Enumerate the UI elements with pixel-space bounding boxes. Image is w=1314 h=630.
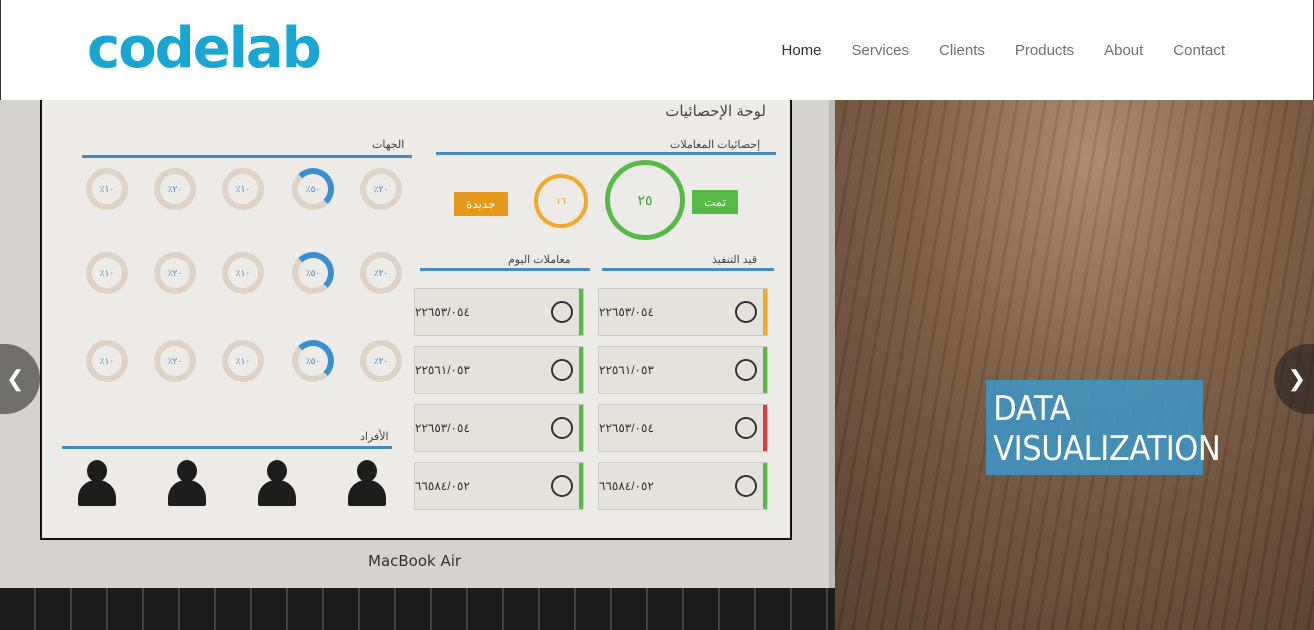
- transaction-card: ٢٢٥٦١/٠٥٣: [414, 346, 584, 394]
- entity-ring: ٪٥٠: [292, 340, 334, 382]
- transaction-card: ٢٢٦٥٣/٠٥٤: [598, 404, 768, 452]
- entity-ring: ٪٥٠: [292, 168, 334, 210]
- person-avatar: [78, 460, 116, 506]
- entities-divider: [82, 155, 412, 158]
- transaction-card: ٢٢٦٥٣/٠٥٤: [414, 288, 584, 336]
- transaction-number: ٢٢٦٥٣/٠٥٤: [415, 421, 470, 435]
- entity-ring: ٪١٠: [222, 252, 264, 294]
- status-stripe: [579, 405, 583, 451]
- people-divider: [62, 446, 392, 449]
- stats-title: إحصائيات المعاملات: [670, 139, 761, 151]
- entity-ring: ٪١٠: [86, 340, 128, 382]
- transaction-number: ٢٢٥٦١/٠٥٣: [599, 363, 654, 377]
- new-tag: جديدة: [454, 192, 508, 216]
- entity-ring: ٪٢٠: [154, 168, 196, 210]
- laptop-keyboard: [0, 588, 835, 630]
- transaction-card: ٢٢٦٥٣/٠٥٤: [414, 404, 584, 452]
- transaction-icon: [735, 301, 757, 323]
- nav-clients[interactable]: Clients: [939, 42, 985, 59]
- dashboard-screen: لوحة الإحصائيات الجهات ٪٢٠ ٪٥٠ ٪١٠ ٪٢٠ ٪١٠ ٪٢…: [40, 100, 792, 540]
- done-circle: ٢٥: [605, 160, 685, 240]
- caption-line-2: VISUALIZATION: [993, 429, 1221, 469]
- person-avatar: [258, 460, 296, 506]
- entity-ring: ٪١٠: [86, 252, 128, 294]
- new-count: ١٦: [556, 195, 566, 206]
- entity-ring: ٪٢٠: [154, 252, 196, 294]
- done-count: ٢٥: [637, 191, 653, 208]
- transaction-icon: [551, 359, 573, 381]
- entity-ring: ٪١٠: [222, 168, 264, 210]
- entity-ring: ٪١٠: [86, 168, 128, 210]
- laptop-model-label: MacBook Air: [368, 552, 462, 570]
- pending-title: قيد التنفيذ: [712, 254, 758, 266]
- status-stripe: [579, 347, 583, 393]
- transaction-icon: [551, 475, 573, 497]
- entity-ring: ٪٢٠: [360, 168, 402, 210]
- dashboard-title: لوحة الإحصائيات: [665, 103, 766, 120]
- new-circle: ١٦: [534, 174, 588, 228]
- hero-slider: لوحة الإحصائيات الجهات ٪٢٠ ٪٥٠ ٪١٠ ٪٢٠ ٪١٠ ٪٢…: [0, 100, 1314, 630]
- entity-ring: ٪٢٠: [154, 340, 196, 382]
- transaction-card: ٢٢٦٥٣/٠٥٤: [598, 288, 768, 336]
- entity-ring: ٪٢٠: [360, 340, 402, 382]
- today-divider: [420, 268, 590, 271]
- status-stripe: [763, 405, 767, 451]
- laptop-image: لوحة الإحصائيات الجهات ٪٢٠ ٪٥٠ ٪١٠ ٪٢٠ ٪١٠ ٪٢…: [0, 100, 835, 630]
- pending-divider: [602, 268, 774, 271]
- people-title: الأفراد: [360, 431, 389, 443]
- transaction-icon: [735, 417, 757, 439]
- entities-title: الجهات: [372, 139, 405, 151]
- nav-home[interactable]: Home: [781, 42, 821, 59]
- transaction-card: ٦٦٥٨٤/٠٥٢: [598, 462, 768, 510]
- stats-divider: [436, 152, 776, 155]
- transaction-number: ٢٢٦٥٣/٠٥٤: [599, 421, 654, 435]
- today-title: معاملات اليوم: [508, 254, 571, 266]
- site-header: codelab Home Services Clients Products A…: [0, 0, 1314, 100]
- slide-caption: DATA VISUALIZATION: [986, 380, 1221, 475]
- caption-line-1: DATA: [993, 389, 1071, 429]
- nav-contact[interactable]: Contact: [1173, 42, 1225, 59]
- wood-table-background: [760, 100, 1314, 630]
- transaction-number: ٦٦٥٨٤/٠٥٢: [599, 479, 654, 493]
- entity-ring: ٪١٠: [222, 340, 264, 382]
- status-stripe: [763, 347, 767, 393]
- transaction-icon: [551, 301, 573, 323]
- done-tag: تمت: [692, 190, 739, 214]
- person-avatar: [168, 460, 206, 506]
- transaction-icon: [735, 359, 757, 381]
- entity-ring: ٪٢٠: [360, 252, 402, 294]
- nav-about[interactable]: About: [1104, 42, 1143, 59]
- transaction-number: ٢٢٦٥٣/٠٥٤: [415, 305, 470, 319]
- transaction-icon: [551, 417, 573, 439]
- transaction-card: ٦٦٥٨٤/٠٥٢: [414, 462, 584, 510]
- status-stripe: [579, 463, 583, 509]
- nav-services[interactable]: Services: [852, 42, 910, 59]
- person-avatar: [348, 460, 386, 506]
- chevron-left-icon: ❮: [6, 366, 25, 391]
- entity-ring: ٪٥٠: [292, 252, 334, 294]
- transaction-icon: [735, 475, 757, 497]
- status-stripe: [763, 463, 767, 509]
- transaction-number: ٢٢٥٦١/٠٥٣: [415, 363, 470, 377]
- transaction-number: ٦٦٥٨٤/٠٥٢: [415, 479, 470, 493]
- status-stripe: [579, 289, 583, 335]
- transaction-card: ٢٢٥٦١/٠٥٣: [598, 346, 768, 394]
- main-nav: Home Services Clients Products About Con…: [751, 0, 1225, 100]
- transaction-number: ٢٢٦٥٣/٠٥٤: [599, 305, 654, 319]
- chevron-right-icon: ❯: [1287, 366, 1306, 391]
- nav-products[interactable]: Products: [1015, 42, 1074, 59]
- status-stripe: [763, 289, 767, 335]
- codelab-logo[interactable]: codelab: [87, 14, 322, 84]
